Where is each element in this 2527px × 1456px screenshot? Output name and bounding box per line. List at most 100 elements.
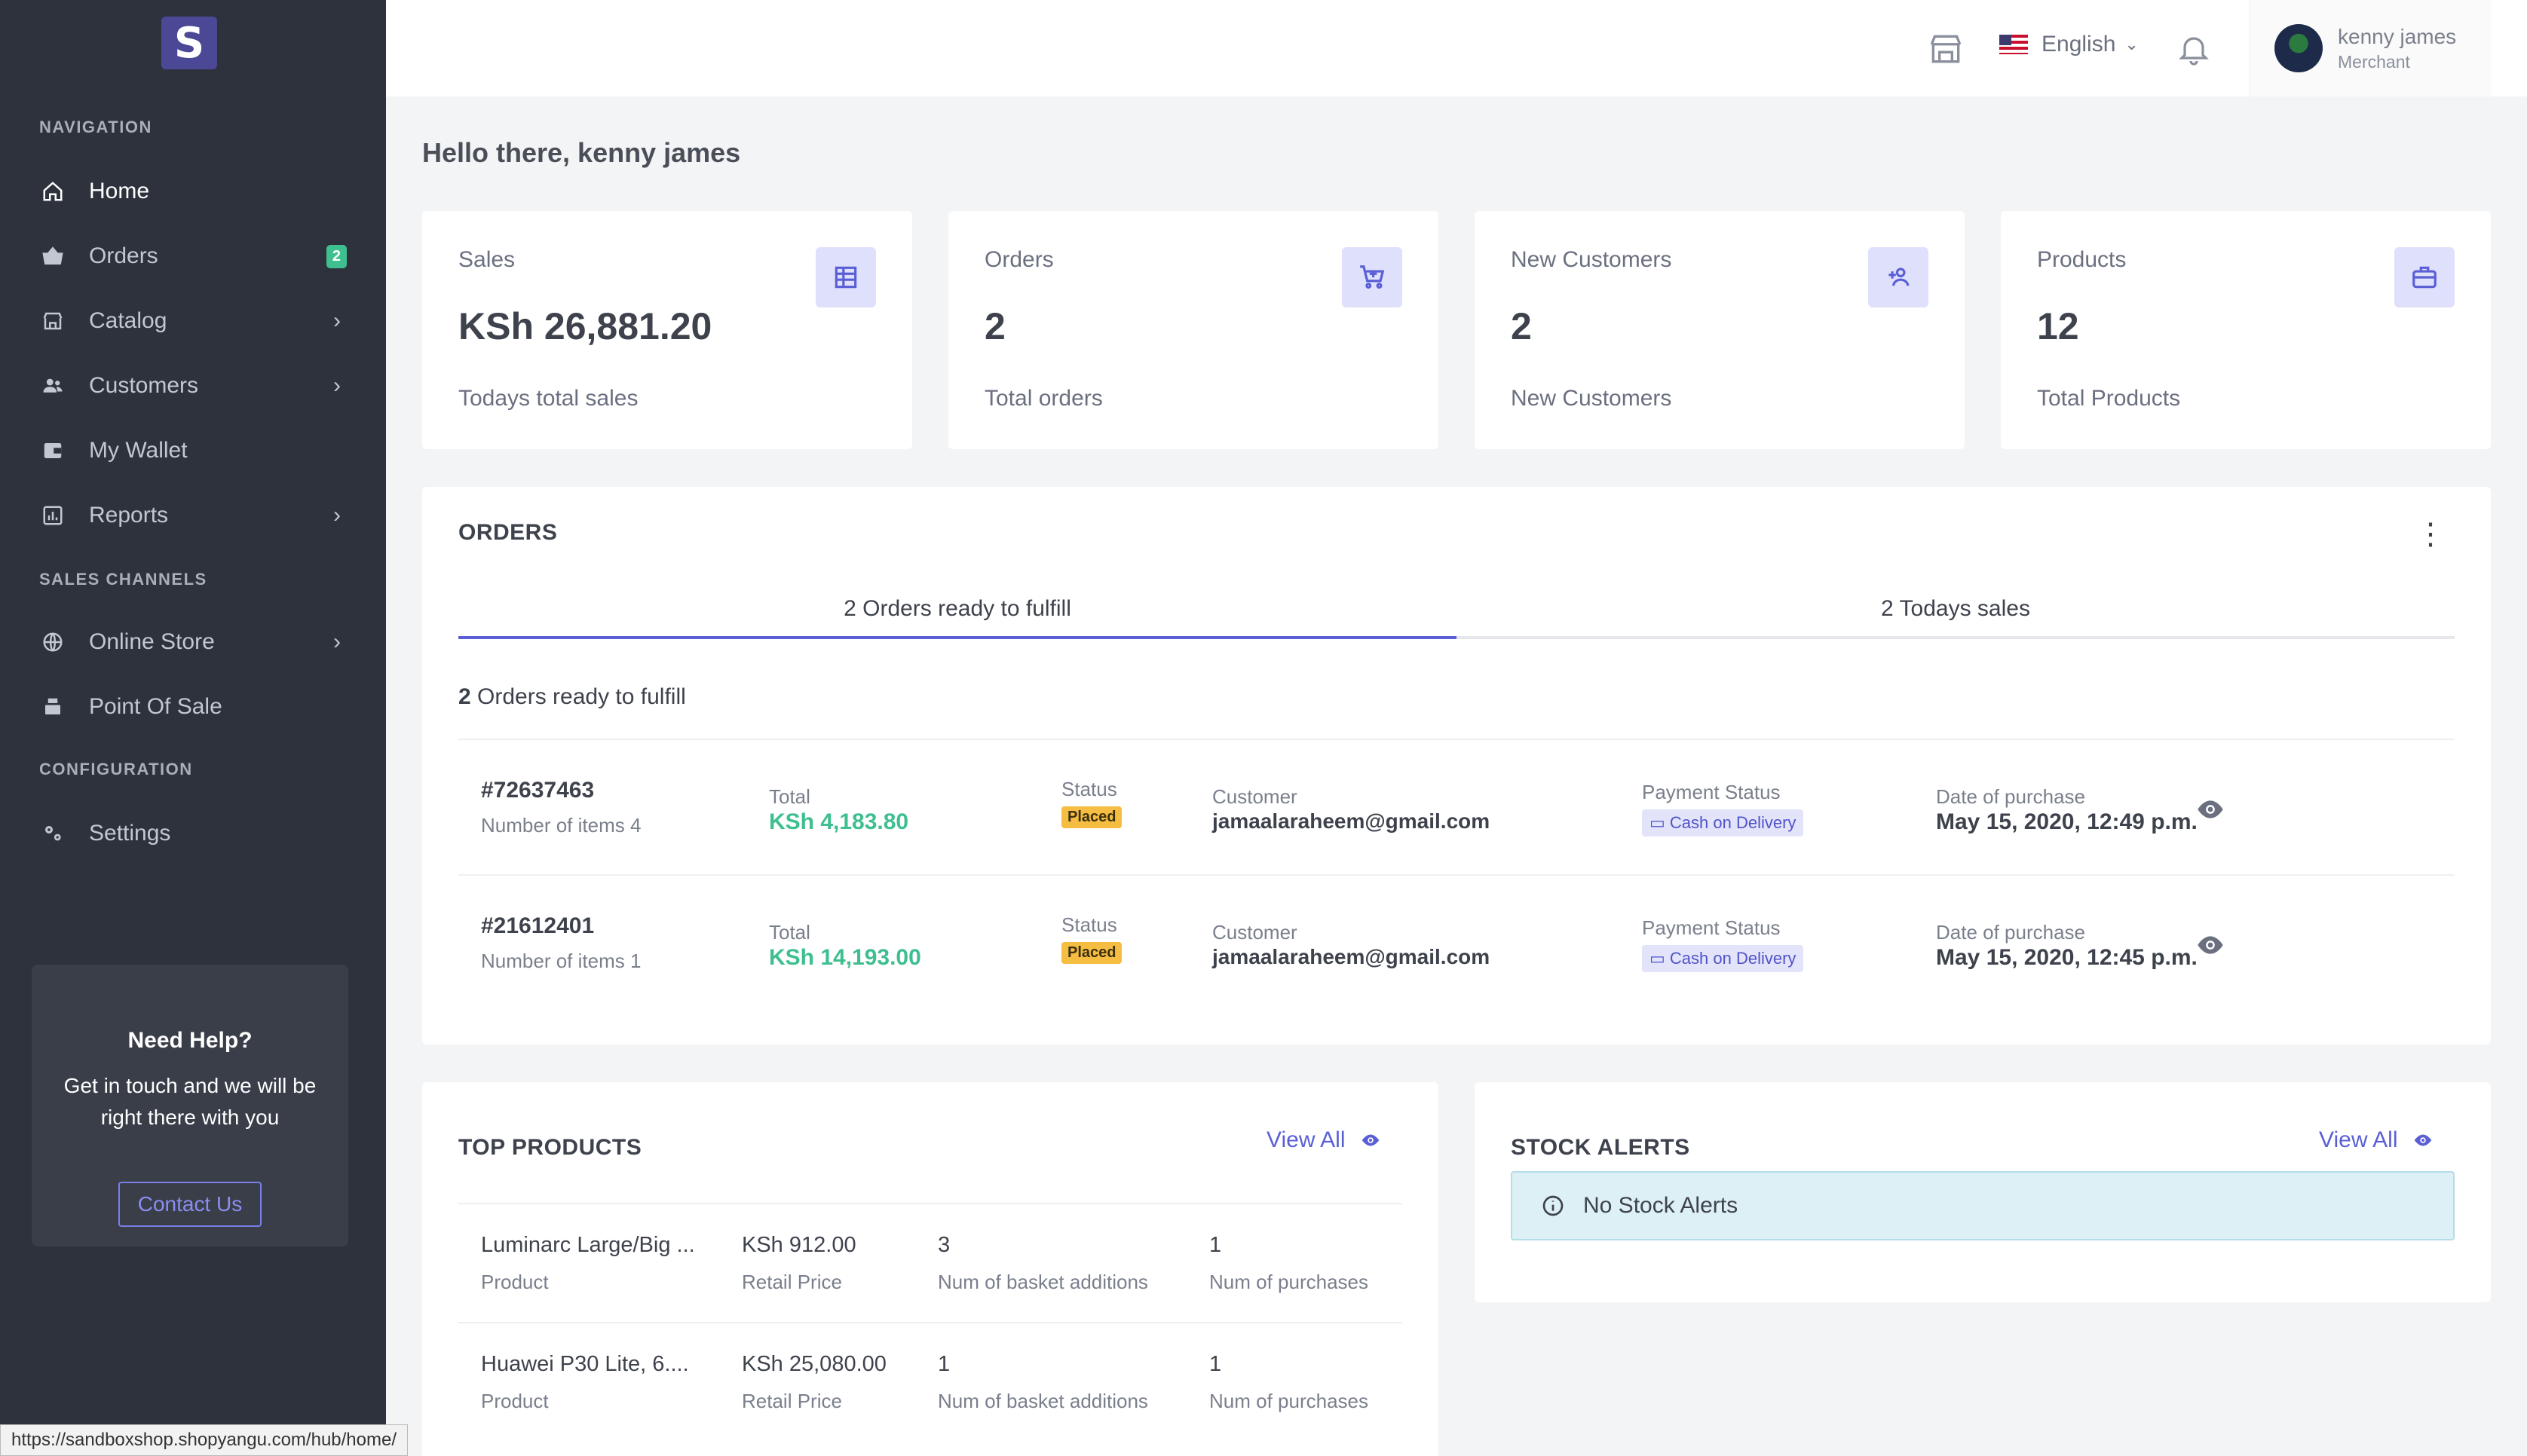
orders-title: ORDERS — [458, 520, 558, 545]
ready-count: 2 — [458, 684, 471, 709]
stat-sub: New Customers — [1511, 386, 1672, 411]
stat-value: 2 — [985, 305, 1006, 347]
sidebar-item-label: My Wallet — [89, 438, 188, 463]
tab-orders-ready[interactable]: 2 Orders ready to fulfill — [458, 591, 1456, 639]
language-selector[interactable]: English ⌄ — [1999, 32, 2139, 57]
help-box: Need Help? Get in touch and we will be r… — [32, 965, 348, 1246]
status-label: Status — [1061, 913, 1117, 936]
user-menu[interactable]: kenny james Merchant — [2250, 0, 2491, 96]
no-stock-alert: No Stock Alerts — [1511, 1171, 2455, 1240]
help-text: Get in touch and we will be right there … — [63, 1074, 317, 1129]
total-label: Total — [769, 921, 810, 944]
price-label: Retail Price — [742, 1271, 842, 1293]
topbar: English ⌄ kenny james Merchant — [386, 0, 2527, 96]
order-total: KSh 4,183.80 — [769, 809, 909, 834]
sidebar-item-label: Home — [89, 179, 150, 203]
basket-icon — [39, 243, 66, 270]
purchase-date: May 15, 2020, 12:45 p.m. — [1936, 945, 2198, 970]
wallet-icon — [39, 437, 66, 464]
globe-icon — [39, 629, 66, 656]
sidebar-item-orders[interactable]: Orders 2 — [39, 235, 348, 277]
purchase-date: May 15, 2020, 12:49 p.m. — [1936, 809, 2198, 834]
list-item[interactable]: Luminarc Large/Big ... Product KSh 912.0… — [458, 1203, 1402, 1322]
sidebar-item-reports[interactable]: Reports › — [39, 494, 348, 537]
bell-icon[interactable] — [2176, 30, 2212, 68]
basket-label: Num of basket additions — [938, 1271, 1148, 1293]
sidebar-item-pos[interactable]: Point Of Sale — [39, 686, 348, 728]
chevron-right-icon: › — [333, 308, 341, 333]
customer-label: Customer — [1212, 921, 1297, 944]
order-items: Number of items 4 — [481, 814, 642, 837]
table-row[interactable]: #72637463 Number of items 4 Total KSh 4,… — [458, 739, 2455, 874]
cart-icon — [1342, 247, 1402, 307]
tab-todays-sales[interactable]: 2 Todays sales — [1456, 591, 2455, 636]
view-all-label: View All — [2319, 1127, 2398, 1152]
sidebar-item-home[interactable]: Home — [39, 170, 348, 213]
view-all-stock-link[interactable]: View All — [2319, 1127, 2434, 1153]
stock-alerts-card: STOCK ALERTS View All No Stock Alerts — [1475, 1082, 2491, 1302]
section-label-sales-channels: SALES CHANNELS — [39, 570, 207, 589]
top-products-title: TOP PRODUCTS — [458, 1135, 642, 1160]
stat-card-new-customers: New Customers 2 New Customers — [1475, 211, 1965, 449]
date-label: Date of purchase — [1936, 921, 2086, 944]
payment-badge: ▭ Cash on Delivery — [1642, 809, 1804, 837]
customer-email: jamaalaraheem@gmail.com — [1212, 809, 1490, 833]
customer-email: jamaalaraheem@gmail.com — [1212, 945, 1490, 968]
stat-sub: Total Products — [2037, 386, 2181, 411]
app-logo[interactable]: S — [161, 17, 217, 69]
us-flag-icon — [1999, 35, 2028, 54]
chevron-right-icon: › — [333, 373, 341, 398]
sidebar-item-label: Catalog — [89, 308, 167, 333]
sidebar-item-label: Settings — [89, 821, 171, 846]
sidebar: S NAVIGATION Home Orders 2 Catalog › Cus… — [0, 0, 386, 1456]
eye-icon[interactable] — [2195, 794, 2225, 824]
chevron-right-icon: › — [333, 629, 341, 654]
section-label-navigation: NAVIGATION — [39, 118, 152, 136]
contact-us-button[interactable]: Contact Us — [118, 1182, 262, 1227]
view-all-products-link[interactable]: View All — [1267, 1127, 1382, 1153]
sidebar-item-catalog[interactable]: Catalog › — [39, 300, 348, 342]
sidebar-item-label: Orders — [89, 243, 158, 268]
order-id[interactable]: #72637463 — [481, 778, 594, 803]
sidebar-item-wallet[interactable]: My Wallet — [39, 430, 348, 472]
list-item[interactable]: Huawei P30 Lite, 6.... Product KSh 25,08… — [458, 1322, 1402, 1441]
order-id[interactable]: #21612401 — [481, 913, 594, 939]
product-name: Luminarc Large/Big ... — [481, 1233, 695, 1257]
table-row[interactable]: #21612401 Number of items 1 Total KSh 14… — [458, 874, 2455, 1010]
basket-count: 1 — [938, 1352, 951, 1376]
status-badge: Placed — [1061, 806, 1123, 828]
date-label: Date of purchase — [1936, 785, 2086, 808]
sidebar-item-online-store[interactable]: Online Store › — [39, 621, 348, 663]
info-icon — [1542, 1195, 1564, 1216]
order-items: Number of items 1 — [481, 950, 642, 972]
product-label: Product — [481, 1390, 549, 1412]
store-icon[interactable] — [1927, 30, 1965, 68]
payment-text: Cash on Delivery — [1669, 949, 1796, 968]
price-label: Retail Price — [742, 1390, 842, 1412]
purchases-label: Num of purchases — [1209, 1390, 1368, 1412]
section-label-configuration: CONFIGURATION — [39, 760, 193, 778]
status-badge: Placed — [1061, 942, 1123, 964]
eye-icon[interactable] — [2195, 930, 2225, 960]
stat-card-sales: Sales KSh 26,881.20 Todays total sales — [422, 211, 912, 449]
eye-icon — [1362, 1134, 1379, 1146]
purchase-count: 1 — [1209, 1233, 1222, 1257]
stock-alerts-title: STOCK ALERTS — [1511, 1135, 1690, 1160]
purchase-count: 1 — [1209, 1352, 1222, 1376]
view-all-label: View All — [1267, 1127, 1346, 1152]
language-label: English — [2042, 32, 2116, 57]
status-bar-url: https://sandboxshop.shopyangu.com/hub/ho… — [0, 1424, 409, 1456]
briefcase-icon — [2394, 247, 2455, 307]
chevron-down-icon: ⌄ — [2124, 35, 2139, 54]
top-products-card: TOP PRODUCTS View All Luminarc Large/Big… — [422, 1082, 1438, 1456]
user-role: Merchant — [2338, 51, 2410, 72]
sidebar-item-settings[interactable]: Settings — [39, 812, 348, 855]
sidebar-item-label: Customers — [89, 373, 199, 398]
eye-icon — [2414, 1134, 2431, 1146]
more-options-icon[interactable]: ⋮ — [2415, 517, 2446, 552]
sidebar-item-label: Point Of Sale — [89, 694, 222, 719]
payment-text: Cash on Delivery — [1669, 813, 1796, 832]
sidebar-item-customers[interactable]: Customers › — [39, 365, 348, 407]
orders-tabs: 2 Orders ready to fulfill 2 Todays sales — [458, 591, 2455, 639]
stat-label: New Customers — [1511, 247, 1672, 272]
